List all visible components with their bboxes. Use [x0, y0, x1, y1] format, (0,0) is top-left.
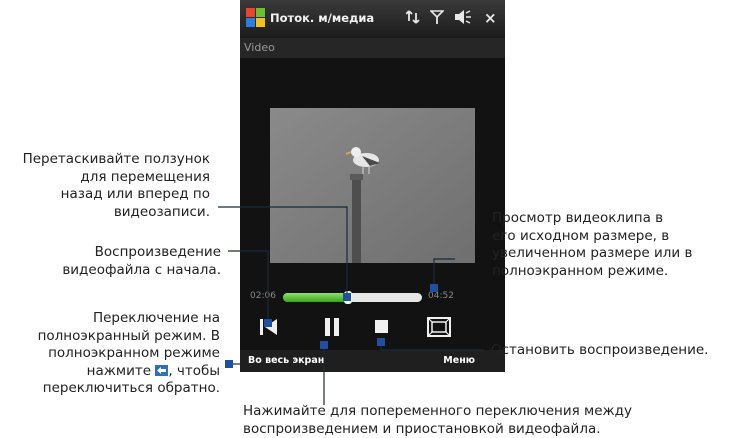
annotation-stop: Остановить воспроизведение.	[491, 342, 709, 358]
annotation-line: назад или вперед по	[60, 186, 210, 202]
annotation-line: видеозаписи.	[113, 203, 210, 220]
annotation-line: полноэкранном режиме	[48, 345, 220, 361]
annotation-line: воспроизведением и приостановкой видеофа…	[243, 420, 601, 437]
annotation-play-from-start: Воспроизведение видеофайла с начала.	[62, 244, 221, 279]
annotation-line: переключиться обратно.	[42, 380, 220, 396]
annotation-line: полноэкранный режим. В	[37, 327, 220, 344]
annotation-line: для перемещения	[80, 168, 210, 185]
annotation-pause-toggle: Нажимайте для попеременного переключения…	[243, 403, 632, 438]
annotation-line: Перетаскивайте ползунок	[22, 151, 210, 167]
annotation-fullscreen: Переключение на полноэкранный режим. В п…	[38, 310, 220, 398]
annotation-text: нажмите	[86, 362, 152, 379]
annotation-drag-slider: Перетаскивайте ползунок для перемещения …	[23, 151, 210, 221]
annotation-view-size: Просмотр видеоклипа в его исходном разме…	[492, 210, 692, 280]
back-arrow-icon	[155, 364, 169, 376]
annotation-line: нажмите , чтобы	[38, 363, 220, 381]
annotation-line: видеофайла с начала.	[62, 261, 221, 278]
annotation-line: полноэкранном режиме.	[492, 262, 669, 279]
annotation-text: , чтобы	[168, 362, 220, 379]
annotation-line: увеличенном размере или в	[492, 245, 693, 261]
annotation-line: Просмотр видеоклипа в	[492, 210, 664, 226]
annotation-line: Нажимайте для попеременного переключения…	[243, 403, 632, 419]
annotation-line: Воспроизведение	[94, 244, 221, 260]
annotation-line: его исходном размере, в	[492, 227, 670, 244]
annotation-line: Переключение на	[92, 310, 220, 326]
